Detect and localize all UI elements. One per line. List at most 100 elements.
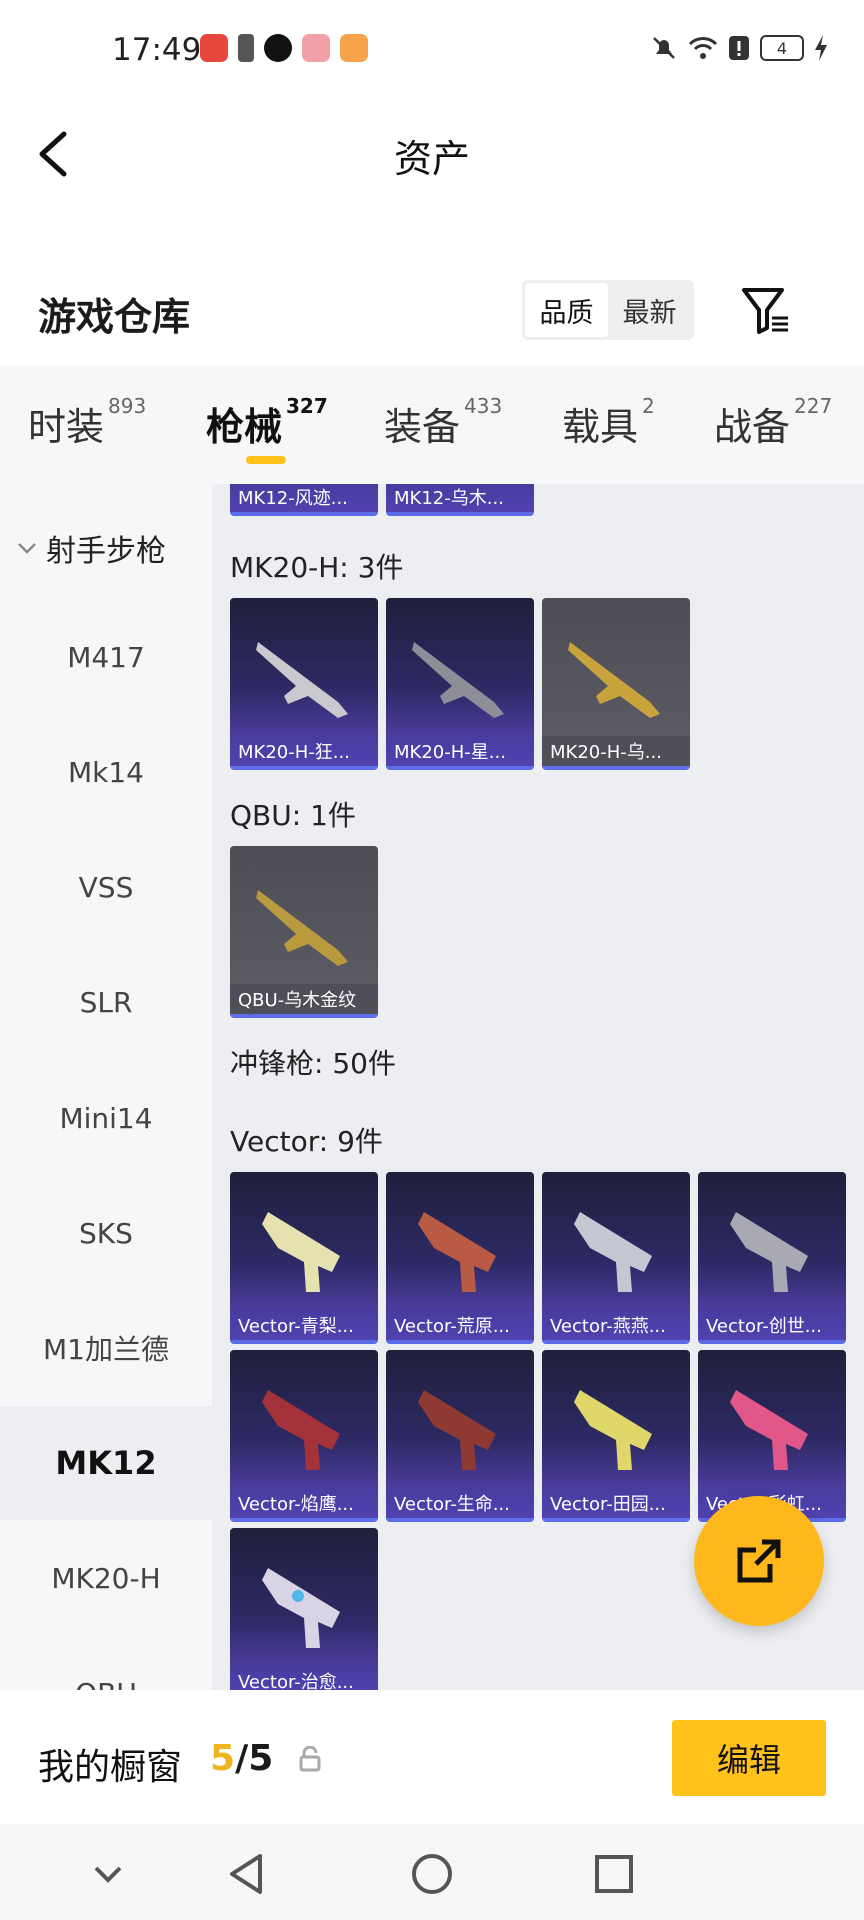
share-icon <box>737 1539 781 1583</box>
tab-count: 433 <box>464 394 503 418</box>
weapon-card[interactable]: Vector-治愈... <box>230 1528 378 1690</box>
alert-icon <box>729 36 749 60</box>
share-fab[interactable] <box>694 1496 824 1626</box>
card-label: Vector-荒原... <box>386 1310 534 1340</box>
tab-count: 893 <box>108 394 147 418</box>
weapon-card[interactable]: MK20-H-乌... <box>542 598 690 770</box>
sidebar-group-dmr[interactable]: 射手步枪 <box>16 526 166 570</box>
status-time: 17:49 <box>112 32 202 68</box>
sidebar-item-mini14[interactable]: Mini14 <box>0 1061 212 1175</box>
sidebar-item-slr[interactable]: SLR <box>0 945 212 1059</box>
system-nav-bar <box>0 1824 864 1920</box>
status-bar: 17:49 4 <box>0 0 864 104</box>
store-app-icon <box>302 34 330 62</box>
active-tab-indicator <box>246 456 286 464</box>
notification-icons <box>200 34 368 62</box>
weapon-card[interactable]: Vector-燕燕... <box>542 1172 690 1344</box>
sort-quality-option[interactable]: 品质 <box>525 283 608 337</box>
sidebar-item-qbu[interactable]: QBU <box>0 1636 212 1691</box>
smg-image <box>574 1390 652 1470</box>
weapon-card[interactable]: MK12-乌木... <box>386 484 534 516</box>
category-tabs: 时装 893 枪械 327 装备 433 载具 2 战备 227 <box>0 366 864 484</box>
card-label: Vector-燕燕... <box>542 1310 690 1340</box>
tab-fashion[interactable]: 时装 893 <box>28 394 147 451</box>
sidebar-item-mk20h[interactable]: MK20-H <box>0 1521 212 1635</box>
weapon-sidebar: 射手步枪 M417 Mk14 VSS SLR Mini14 SKS M1加兰德 … <box>0 484 212 1690</box>
weapon-card[interactable]: MK20-H-狂... <box>230 598 378 770</box>
sidebar-item-m417[interactable]: M417 <box>0 600 212 714</box>
showcase-bar: 我的橱窗 5/5 编辑 <box>0 1690 864 1824</box>
smg-image <box>262 1568 340 1648</box>
tab-label: 载具 <box>562 405 639 449</box>
weapon-card[interactable]: MK12-风迹... <box>230 484 378 516</box>
tab-vehicles[interactable]: 载具 2 <box>562 394 655 451</box>
card-label: Vector-治愈... <box>230 1666 378 1690</box>
group-title: 冲锋枪: 50件 <box>230 1047 396 1080</box>
tab-label: 装备 <box>384 405 461 449</box>
filter-icon[interactable] <box>736 280 796 340</box>
sidebar-item-mk12[interactable]: MK12 <box>0 1406 212 1520</box>
card-label: MK20-H-乌... <box>542 736 690 766</box>
warehouse-title: 游戏仓库 <box>38 295 191 339</box>
card-label: QBU-乌木金纹 <box>230 984 378 1014</box>
card-label: Vector-青梨... <box>230 1310 378 1340</box>
tab-label: 枪械 <box>206 405 283 449</box>
showcase-count: 5/5 <box>210 1738 273 1779</box>
card-label: Vector-生命... <box>386 1488 534 1518</box>
title-bar: 资产 <box>0 104 864 204</box>
recents-nav-icon[interactable] <box>586 1846 642 1902</box>
card-label: MK12-乌木... <box>386 484 534 512</box>
sidebar-item-m1-garand[interactable]: M1加兰德 <box>0 1291 212 1405</box>
card-label: Vector-焰鹰... <box>230 1488 378 1518</box>
status-right: 4 <box>650 34 828 62</box>
back-nav-icon[interactable] <box>220 1846 276 1902</box>
smg-image <box>418 1390 496 1470</box>
tab-guns[interactable]: 枪械 327 <box>206 394 328 451</box>
wifi-icon <box>688 37 718 59</box>
card-label: Vector-田园... <box>542 1488 690 1518</box>
card-label: MK12-风迹... <box>230 484 378 512</box>
weapon-card[interactable]: MK20-H-星... <box>386 598 534 770</box>
rifle-image <box>412 642 504 718</box>
tab-supplies[interactable]: 战备 227 <box>714 394 832 451</box>
weapon-card[interactable]: Vector-荒原... <box>386 1172 534 1344</box>
sort-segment: 品质 最新 <box>522 280 694 340</box>
showcase-used: 5 <box>210 1738 236 1779</box>
lock-icon <box>299 1746 321 1772</box>
group-title: Vector: 9件 <box>230 1125 383 1158</box>
sort-newest-option[interactable]: 最新 <box>608 283 691 337</box>
tab-count: 2 <box>642 394 655 418</box>
smg-image <box>730 1212 808 1292</box>
battery-app-icon <box>238 34 254 62</box>
weapon-card[interactable]: Vector-田园... <box>542 1350 690 1522</box>
group-title: QBU: 1件 <box>230 799 356 832</box>
sidebar-group-label: 射手步枪 <box>46 534 166 569</box>
home-nav-icon[interactable] <box>404 1846 460 1902</box>
page-title: 资产 <box>393 137 470 181</box>
showcase-label: 我的橱窗 <box>38 1747 183 1788</box>
weapon-card[interactable]: Vector-彩虹... <box>698 1350 846 1522</box>
card-label: MK20-H-狂... <box>230 736 378 766</box>
tab-label: 战备 <box>714 405 791 449</box>
weapon-card[interactable]: Vector-焰鹰... <box>230 1350 378 1522</box>
smg-image <box>730 1390 808 1470</box>
game-app-icon <box>340 34 368 62</box>
smg-image <box>418 1212 496 1292</box>
smg-image <box>262 1212 340 1292</box>
weapon-card[interactable]: Vector-青梨... <box>230 1172 378 1344</box>
weapon-card[interactable]: Vector-生命... <box>386 1350 534 1522</box>
sidebar-item-vss[interactable]: VSS <box>0 830 212 944</box>
tab-gear[interactable]: 装备 433 <box>384 394 503 451</box>
group-title: MK20-H: 3件 <box>230 551 404 584</box>
smg-image <box>574 1212 652 1292</box>
chevron-down-icon[interactable] <box>80 1846 136 1902</box>
weapon-card[interactable]: Vector-创世... <box>698 1172 846 1344</box>
rifle-image <box>568 642 660 718</box>
sidebar-item-mk14[interactable]: Mk14 <box>0 715 212 829</box>
tab-count: 327 <box>286 394 328 418</box>
sidebar-item-sks[interactable]: SKS <box>0 1176 212 1290</box>
edit-button[interactable]: 编辑 <box>672 1720 826 1796</box>
weapon-card[interactable]: QBU-乌木金纹 <box>230 846 378 1018</box>
chevron-down-icon <box>18 543 36 554</box>
tab-label: 时装 <box>28 405 105 449</box>
